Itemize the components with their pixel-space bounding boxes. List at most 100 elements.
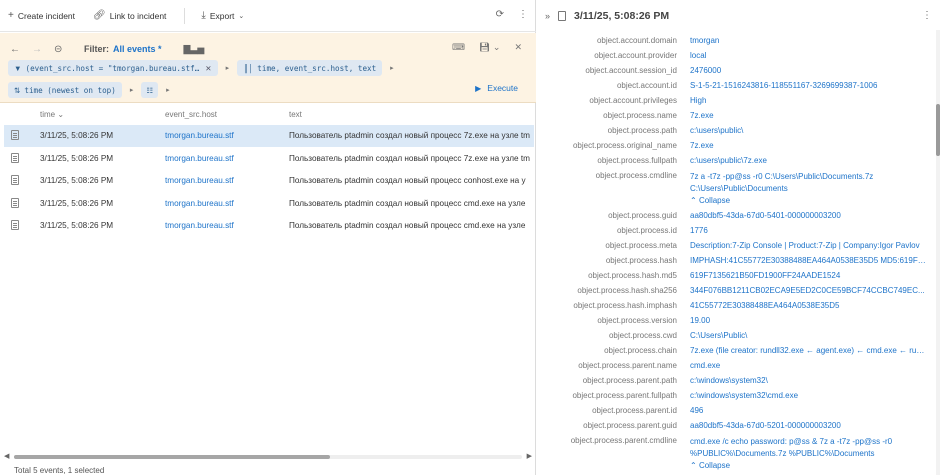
back-arrow-icon[interactable]: ← <box>10 44 32 55</box>
field-value[interactable]: S-1-5-21-1516243816-118551167-3269699387… <box>690 81 927 90</box>
field-row: object.process.meta Description:7-Zip Con… <box>537 239 935 254</box>
field-value[interactable]: Description:7-Zip Console | Product:7-Zi… <box>690 241 927 250</box>
field-key: object.process.name <box>603 111 677 120</box>
table-row[interactable]: 3/11/25, 5:08:26 PM tmorgan.bureau.stf П… <box>4 215 534 237</box>
cell-host[interactable]: tmorgan.bureau.stf <box>165 176 234 185</box>
field-value[interactable]: tmorgan <box>690 36 927 45</box>
field-key: object.account.id <box>616 81 677 90</box>
cell-text: Пользователь ptadmin создал новый процес… <box>289 131 530 140</box>
field-key: object.account.privileges <box>589 96 677 105</box>
field-value[interactable]: c:\windows\system32\ <box>690 376 927 385</box>
more-options-icon[interactable]: ⋮ <box>922 10 932 21</box>
play-icon: ▶ <box>475 83 482 93</box>
field-key: object.process.chain <box>604 346 677 355</box>
group-chip[interactable]: ☷ <box>141 82 159 98</box>
forward-arrow-icon[interactable]: → <box>32 44 54 55</box>
field-value[interactable]: C:\Users\Public\ <box>690 331 927 340</box>
scroll-right-icon[interactable]: ▶ <box>527 452 532 460</box>
columns-icon: ║│ <box>243 63 254 73</box>
columns-chip[interactable]: ║│ time, event_src.host, text <box>237 60 383 76</box>
refresh-icon[interactable]: ⟳ <box>496 9 504 20</box>
field-value[interactable]: 7z.exe <box>690 111 927 120</box>
field-value[interactable]: aa80dbf5-43da-67d0-5201-000000003200 <box>690 421 927 430</box>
field-value[interactable]: cmd.exe <box>690 361 927 370</box>
field-key: object.process.path <box>607 126 677 135</box>
expand-panel-icon[interactable]: » <box>545 11 550 21</box>
pipe-arrow-icon: ▸ <box>129 87 134 94</box>
chart-icon[interactable]: ▇▃▅ <box>184 44 205 55</box>
field-value[interactable]: 19.00 <box>690 316 927 325</box>
field-row: object.process.cmdline 7z a -t7z -pp@ss -… <box>537 169 935 195</box>
export-button[interactable]: ⤓ Export ⌄ <box>201 10 244 21</box>
field-value[interactable]: local <box>690 51 927 60</box>
field-value[interactable]: 1776 <box>690 226 927 235</box>
field-value[interactable]: IMPHASH:41C55772E30388488EA464A0538E35D5… <box>690 256 927 265</box>
keyboard-icon[interactable]: ⌨︎ <box>452 42 465 53</box>
table-row[interactable]: 3/11/25, 5:08:26 PM tmorgan.bureau.stf П… <box>4 170 534 192</box>
table-row[interactable]: 3/11/25, 5:08:26 PM tmorgan.bureau.stf П… <box>4 125 534 147</box>
condition-chip[interactable]: ▼ (event_src.host = "tmorgan.bureau.stf…… <box>8 60 218 76</box>
field-key: object.process.version <box>597 316 677 325</box>
field-value[interactable]: High <box>690 96 927 105</box>
field-value[interactable]: 7z.exe <box>690 141 927 150</box>
cell-host[interactable]: tmorgan.bureau.stf <box>165 154 234 163</box>
more-options-icon[interactable]: ⋮ <box>518 9 528 20</box>
scroll-thumb[interactable] <box>14 455 330 459</box>
cell-host[interactable]: tmorgan.bureau.stf <box>165 199 234 208</box>
vertical-scrollbar[interactable] <box>936 30 940 475</box>
save-filter-icon[interactable]: 💾︎ ⌄ <box>479 42 500 53</box>
close-filter-icon[interactable]: ✕ <box>514 42 522 53</box>
cell-host[interactable]: tmorgan.bureau.stf <box>165 221 234 230</box>
condition-chip-text: (event_src.host = "tmorgan.bureau.stf… <box>25 63 200 73</box>
table-row[interactable]: 3/11/25, 5:08:26 PM tmorgan.bureau.stf П… <box>4 148 534 170</box>
cell-text: Пользователь ptadmin создал новый процес… <box>289 176 526 185</box>
field-value[interactable]: 496 <box>690 406 927 415</box>
field-row: object.process.path c:\users\public\ <box>537 124 935 139</box>
field-row: object.process.version 19.00 <box>537 314 935 329</box>
field-key: object.process.guid <box>608 211 677 220</box>
field-value[interactable]: aa80dbf5-43da-67d0-5401-000000003200 <box>690 211 927 220</box>
remove-condition-icon[interactable]: ✕ <box>205 64 211 73</box>
field-row: object.process.parent.fullpath c:\windows… <box>537 389 935 404</box>
column-header-host[interactable]: event_src.host <box>165 110 217 119</box>
sort-chip-text: time (newest on top) <box>24 85 116 95</box>
cell-text: Пользователь ptadmin создал новый процес… <box>289 221 526 230</box>
collapse-parent-cmdline-button[interactable]: ⌃ Collapse <box>690 461 730 470</box>
field-value[interactable]: c:\users\public\ <box>690 126 927 135</box>
field-row: object.process.id 1776 <box>537 224 935 239</box>
filter-name-link[interactable]: All events * <box>113 44 162 54</box>
column-header-text[interactable]: text <box>289 110 302 119</box>
events-summary: Total 5 events, 1 selected <box>14 466 105 475</box>
event-detail-pane: » 3/11/25, 5:08:26 PM ⋮ object.account.d… <box>537 0 940 475</box>
sort-chip[interactable]: ⇅ time (newest on top) <box>8 82 122 98</box>
field-value[interactable]: cmd.exe /c echo password: p@ss & 7z a -t… <box>690 436 927 460</box>
field-row: object.process.hash.imphash 41C55772E3038… <box>537 299 935 314</box>
field-value[interactable]: 619F7135621B50FD1900FF24AADE1524 <box>690 271 927 280</box>
create-incident-button[interactable]: + Create incident <box>8 10 75 21</box>
field-value[interactable]: 7z a -t7z -pp@ss -r0 C:\Users\Public\Doc… <box>690 171 927 195</box>
table-row[interactable]: 3/11/25, 5:08:26 PM tmorgan.bureau.stf П… <box>4 193 534 215</box>
field-row: object.account.provider local <box>537 49 935 64</box>
field-value[interactable]: c:\windows\system32\cmd.exe <box>690 391 927 400</box>
field-value[interactable]: 344F076BB1211CB02ECA9E5ED2C0CE59BCF74CCB… <box>690 286 927 295</box>
field-key: object.process.hash.sha256 <box>577 286 677 295</box>
field-key: object.process.parent.path <box>582 376 677 385</box>
field-row: object.account.session_id 2476000 <box>537 64 935 79</box>
filter-panel: ← → ⊝ Filter: All events * ▇▃▅ ⌨︎ 💾︎ ⌄ ✕… <box>0 33 536 103</box>
link-to-incident-button[interactable]: 🔗︎ Link to incident <box>93 10 166 21</box>
scroll-thumb[interactable] <box>936 104 940 156</box>
clear-filter-icon[interactable]: ⊝ <box>54 44 76 55</box>
collapse-label: Collapse <box>698 196 731 205</box>
column-header-time[interactable]: time ⌄ <box>40 110 64 119</box>
collapse-label: Collapse <box>698 461 731 470</box>
field-value[interactable]: 7z.exe (file creator: rundll32.exe ← age… <box>690 346 927 355</box>
horizontal-scrollbar[interactable]: ◀ ▶ <box>4 452 532 461</box>
pipe-arrow-icon: ▸ <box>390 65 394 72</box>
field-value[interactable]: 2476000 <box>690 66 927 75</box>
field-value[interactable]: c:\users\public\7z.exe <box>690 156 927 165</box>
scroll-left-icon[interactable]: ◀ <box>4 452 9 460</box>
cell-host[interactable]: tmorgan.bureau.stf <box>165 131 234 140</box>
collapse-cmdline-button[interactable]: ⌃ Collapse <box>690 196 730 205</box>
field-value[interactable]: 41C55772E30388488EA464A0538E35D5 <box>690 301 927 310</box>
execute-button[interactable]: ▶ Execute <box>475 83 518 93</box>
